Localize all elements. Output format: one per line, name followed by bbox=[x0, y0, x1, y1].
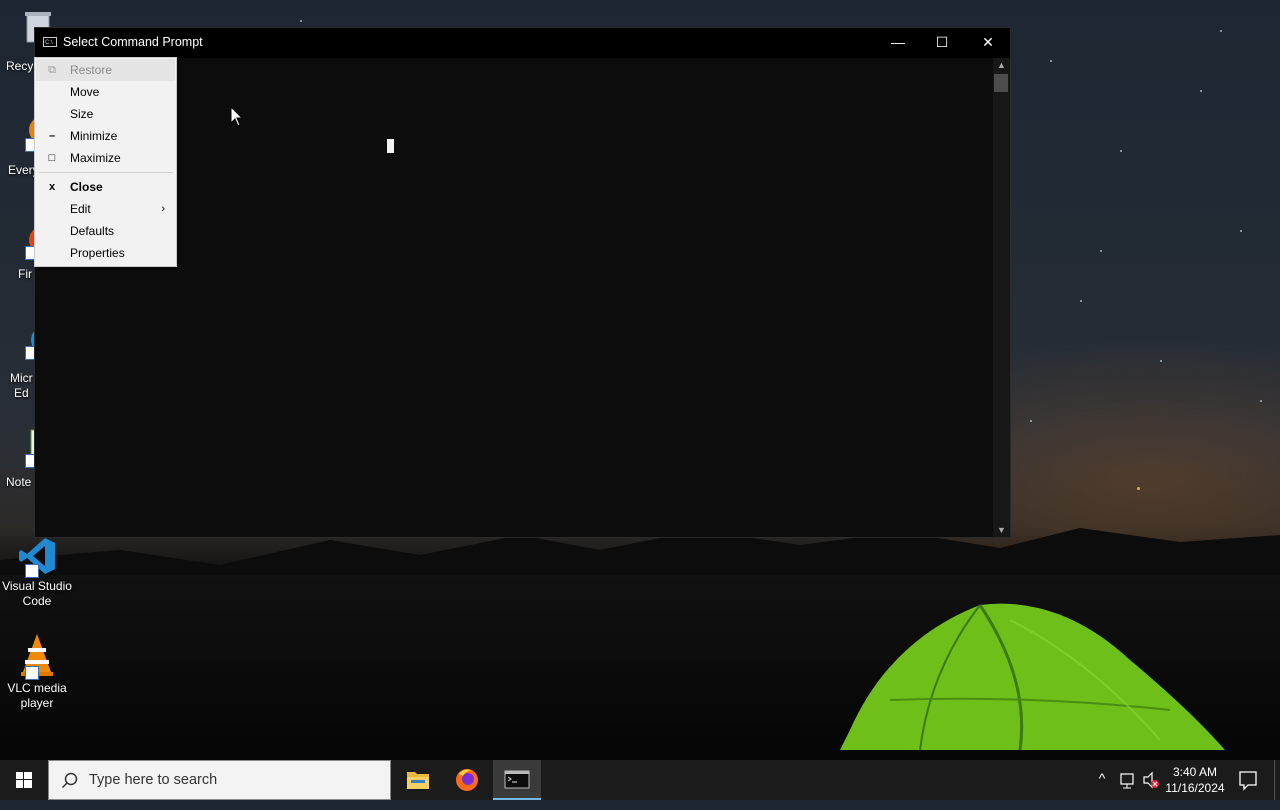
window-title: Select Command Prompt bbox=[63, 35, 203, 49]
taskbar-search-box[interactable]: Type here to search bbox=[48, 760, 391, 800]
volume-muted-icon[interactable] bbox=[1141, 760, 1161, 800]
menu-item-edit[interactable]: Edit › bbox=[36, 198, 175, 220]
minimize-icon: – bbox=[48, 130, 56, 142]
command-prompt-window[interactable]: C:\ Select Command Prompt — ☐ ✕ ▲ ▼ bbox=[34, 27, 1011, 538]
vscode-icon[interactable]: Visual Studio Code bbox=[0, 536, 74, 609]
cmd-icon bbox=[504, 770, 530, 789]
menu-item-defaults[interactable]: Defaults bbox=[36, 220, 175, 242]
menu-item-restore[interactable]: ⧉ Restore bbox=[36, 59, 175, 81]
search-icon bbox=[61, 772, 78, 789]
vscode-label: Visual Studio Code bbox=[2, 579, 72, 608]
tray-chevron-icon[interactable]: ^ bbox=[1094, 770, 1110, 810]
vlc-label: VLC media player bbox=[7, 681, 67, 710]
menu-item-size[interactable]: Size bbox=[36, 103, 175, 125]
menu-item-properties[interactable]: Properties bbox=[36, 242, 175, 264]
menu-item-minimize[interactable]: – Minimize bbox=[36, 125, 175, 147]
taskbar-firefox[interactable] bbox=[443, 760, 491, 800]
menu-item-maximize[interactable]: □ Maximize bbox=[36, 147, 175, 169]
console-area[interactable] bbox=[35, 58, 993, 537]
firefox-label: Fir bbox=[18, 267, 32, 281]
taskbar-clock[interactable]: 3:40 AM 11/16/2024 bbox=[1160, 764, 1230, 796]
taskbar: Type here to search ^ 3:40 AM 11/16/2024 bbox=[0, 760, 1280, 800]
clock-time: 3:40 AM bbox=[1172, 765, 1218, 779]
clock-date: 11/16/2024 bbox=[1165, 781, 1225, 795]
show-desktop-button[interactable] bbox=[1274, 760, 1280, 800]
menu-item-close[interactable]: x Close bbox=[36, 176, 175, 198]
recycle-bin-label: Recy bbox=[6, 59, 34, 73]
submenu-arrow-icon: › bbox=[161, 203, 165, 215]
start-button[interactable] bbox=[0, 760, 48, 800]
maximize-button[interactable]: ☐ bbox=[919, 28, 965, 58]
taskbar-command-prompt[interactable] bbox=[493, 760, 541, 800]
vertical-scrollbar[interactable]: ▲ ▼ bbox=[993, 58, 1010, 537]
notepad-label: Note bbox=[6, 475, 32, 489]
scroll-down-arrow-icon[interactable]: ▼ bbox=[993, 523, 1010, 537]
tent-image bbox=[840, 603, 1225, 751]
vlc-icon[interactable]: VLC media player bbox=[0, 632, 74, 711]
title-bar[interactable]: C:\ Select Command Prompt — ☐ ✕ bbox=[35, 28, 1010, 58]
menu-separator bbox=[39, 172, 173, 173]
edge-label: Micr Ed bbox=[10, 371, 33, 400]
scroll-up-arrow-icon[interactable]: ▲ bbox=[993, 58, 1010, 72]
action-center-icon[interactable] bbox=[1233, 760, 1263, 800]
search-placeholder: Type here to search bbox=[89, 772, 218, 788]
menu-item-move[interactable]: Move bbox=[36, 81, 175, 103]
scroll-thumb[interactable] bbox=[994, 74, 1008, 92]
maximize-icon: □ bbox=[48, 152, 56, 164]
cmd-app-icon[interactable]: C:\ bbox=[43, 37, 57, 47]
taskbar-file-explorer[interactable] bbox=[394, 760, 442, 800]
network-icon[interactable] bbox=[1118, 760, 1138, 800]
system-menu[interactable]: ⧉ Restore Move Size – Minimize □ Maximiz… bbox=[34, 57, 177, 267]
windows-logo-icon bbox=[16, 772, 32, 788]
mouse-pointer-icon bbox=[230, 106, 244, 127]
minimize-button[interactable]: — bbox=[875, 28, 921, 58]
folder-icon bbox=[407, 772, 429, 789]
text-cursor bbox=[387, 139, 394, 153]
close-button[interactable]: ✕ bbox=[965, 28, 1011, 58]
firefox-icon bbox=[456, 769, 478, 791]
close-icon: x bbox=[48, 181, 56, 193]
restore-icon: ⧉ bbox=[48, 64, 56, 76]
